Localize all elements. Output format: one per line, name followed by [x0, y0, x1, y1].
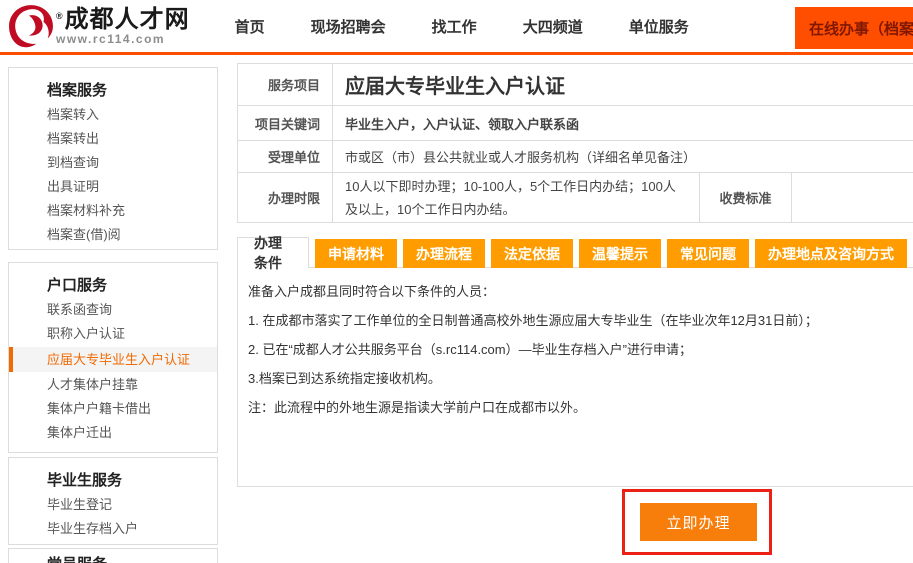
top-header: ®成都人才网 www.rc114.com 首页 现场招聘会 找工作 大四频道 单…: [0, 0, 913, 55]
row-label: 项目关键词: [238, 106, 333, 140]
fee-standard-value: [792, 173, 913, 222]
tab-processing-conditions[interactable]: 办理条件: [237, 237, 309, 268]
table-row-service-item: 服务项目 应届大专毕业生入户认证: [238, 64, 913, 106]
sidebar-section-archive-services: 档案服务 档案转入 档案转出 到档查询 出具证明 档案材料补充 档案查(借)阅: [8, 67, 218, 250]
site-title: ®成都人才网: [56, 7, 190, 33]
condition-intro: 准备入户成都且同时符合以下条件的人员：: [248, 277, 901, 306]
condition-note: 注：此流程中的外地生源是指读大学前户口在成都市以外。: [248, 393, 901, 422]
condition-2: 2. 已在“成都人才公共服务平台（s.rc114.com）—毕业生存档入户”进行…: [248, 335, 901, 364]
row-label: 办理时限: [238, 173, 333, 222]
tab-processing-flow[interactable]: 办理流程: [403, 239, 485, 268]
sidebar-section-title: 党员服务: [9, 555, 217, 563]
condition-3: 3.档案已到达系统指定接收机构。: [248, 364, 901, 393]
sidebar-item-collective-hukou-card-borrow[interactable]: 集体户户籍卡借出: [9, 397, 217, 421]
site-url: www.rc114.com: [56, 32, 190, 46]
nav-item-job-fair[interactable]: 现场招聘会: [288, 8, 409, 45]
row-label: 受理单位: [238, 141, 333, 172]
sidebar-section-hukou-services: 户口服务 联系函查询 职称入户认证 应届大专毕业生入户认证 人才集体户挂靠 集体…: [8, 262, 218, 453]
table-row-keywords: 项目关键词 毕业生入户，入户认证、领取入户联系函: [238, 106, 913, 141]
apply-now-button[interactable]: 立即办理: [640, 503, 757, 541]
main-nav: 首页 现场招聘会 找工作 大四频道 单位服务: [212, 8, 712, 45]
tab-warm-tips[interactable]: 温馨提示: [579, 239, 661, 268]
table-row-accepting-unit: 受理单位 市或区（市）县公共就业或人才服务机构（详细名单见备注）: [238, 141, 913, 173]
table-row-processing-time: 办理时限 10人以下即时办理；10-100人，5个工作日内办结；100人及以上，…: [238, 173, 913, 223]
sidebar-section-title: 户口服务: [9, 276, 217, 296]
sidebar-item-archive-transfer-in[interactable]: 档案转入: [9, 103, 217, 127]
sidebar-item-talent-collective-hukou[interactable]: 人才集体户挂靠: [9, 373, 217, 397]
nav-item-find-job[interactable]: 找工作: [409, 8, 500, 45]
sidebar-item-archive-material-supplement[interactable]: 档案材料补充: [9, 199, 217, 223]
sidebar-item-archive-transfer-out[interactable]: 档案转出: [9, 127, 217, 151]
condition-1: 1. 在成都市落实了工作单位的全日制普通高校外地生源应届大专毕业生（在毕业次年1…: [248, 306, 901, 335]
sidebar-section-graduate-services: 毕业生服务 毕业生登记 毕业生存档入户: [8, 457, 218, 545]
logo-text: ®成都人才网 www.rc114.com: [56, 7, 190, 46]
online-services-button[interactable]: 在线办事（档案: [795, 7, 913, 49]
page: ®成都人才网 www.rc114.com 首页 现场招聘会 找工作 大四频道 单…: [0, 0, 913, 563]
tab-application-materials[interactable]: 申请材料: [315, 239, 397, 268]
flame-logo-icon: [8, 4, 54, 48]
sidebar-item-issue-certificate[interactable]: 出具证明: [9, 175, 217, 199]
keywords-value: 毕业生入户，入户认证、领取入户联系函: [333, 106, 913, 140]
row-label: 服务项目: [238, 64, 333, 105]
sidebar-item-archive-view-borrow[interactable]: 档案查(借)阅: [9, 223, 217, 247]
tab-faq[interactable]: 常见问题: [667, 239, 749, 268]
sidebar-item-fresh-graduate-hukou-certification[interactable]: 应届大专毕业生入户认证: [9, 347, 217, 372]
tab-location-contact[interactable]: 办理地点及咨询方式: [755, 239, 907, 268]
sidebar-item-contact-letter-query[interactable]: 联系函查询: [9, 298, 217, 322]
fee-standard-label: 收费标准: [700, 173, 792, 222]
registered-mark: ®: [56, 11, 64, 21]
logo[interactable]: ®成都人才网 www.rc114.com: [8, 4, 190, 48]
sidebar-item-title-hukou-certification[interactable]: 职称入户认证: [9, 322, 217, 346]
sidebar-section-title: 档案服务: [9, 81, 217, 101]
sidebar-item-collective-hukou-move-out[interactable]: 集体户迁出: [9, 421, 217, 445]
nav-item-senior-channel[interactable]: 大四频道: [500, 8, 606, 45]
sidebar-item-graduate-archive-hukou[interactable]: 毕业生存档入户: [9, 517, 217, 541]
sidebar-section-partial: 党员服务: [8, 548, 218, 563]
conditions-panel: 准备入户成都且同时符合以下条件的人员： 1. 在成都市落实了工作单位的全日制普通…: [237, 267, 913, 487]
nav-item-employer-services[interactable]: 单位服务: [606, 8, 712, 45]
detail-tabs: 办理条件 申请材料 办理流程 法定依据 温馨提示 常见问题 办理地点及咨询方式: [237, 237, 913, 268]
accepting-unit-value: 市或区（市）县公共就业或人才服务机构（详细名单见备注）: [333, 141, 913, 172]
sidebar-item-graduate-registration[interactable]: 毕业生登记: [9, 493, 217, 517]
sidebar-item-archive-arrival-query[interactable]: 到档查询: [9, 151, 217, 175]
tab-legal-basis[interactable]: 法定依据: [491, 239, 573, 268]
nav-item-home[interactable]: 首页: [212, 8, 288, 45]
sidebar-section-title: 毕业生服务: [9, 471, 217, 491]
service-info-table: 服务项目 应届大专毕业生入户认证 项目关键词 毕业生入户，入户认证、领取入户联系…: [237, 63, 913, 223]
service-title: 应届大专毕业生入户认证: [333, 64, 913, 105]
processing-time-value: 10人以下即时办理；10-100人，5个工作日内办结；100人及以上，10个工作…: [333, 173, 700, 222]
